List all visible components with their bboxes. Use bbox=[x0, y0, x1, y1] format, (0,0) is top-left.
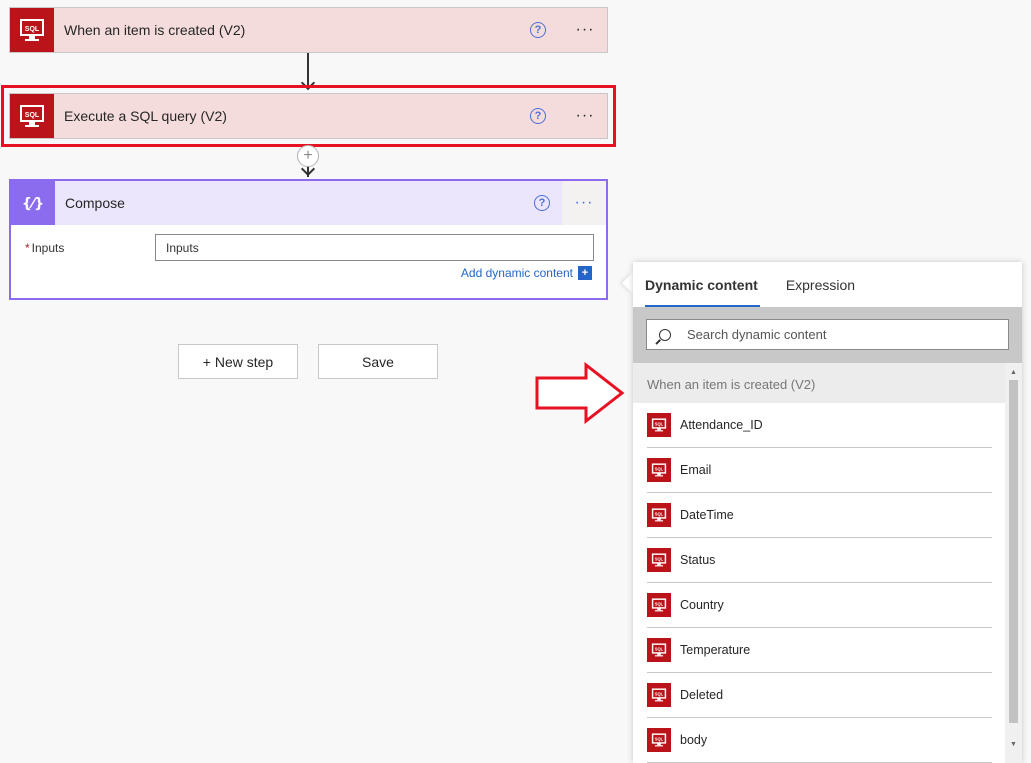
dynamic-content-list: When an item is created (V2) SQL Attendan… bbox=[633, 363, 1022, 763]
sql-server-icon: SQL bbox=[647, 683, 671, 707]
inputs-field[interactable]: Inputs bbox=[155, 234, 594, 261]
svg-text:SQL: SQL bbox=[655, 557, 664, 562]
search-input[interactable]: Search dynamic content bbox=[646, 319, 1009, 350]
search-icon bbox=[659, 328, 671, 341]
red-arrow-annotation bbox=[535, 362, 625, 424]
scroll-up-icon[interactable]: ▲ bbox=[1005, 365, 1022, 379]
help-icon[interactable]: ? bbox=[534, 195, 550, 211]
sql-server-icon: SQL bbox=[647, 548, 671, 572]
scrollbar[interactable]: ▲ ▼ bbox=[1005, 363, 1022, 763]
tab-dynamic-content[interactable]: Dynamic content bbox=[645, 277, 760, 307]
compose-title: Compose bbox=[65, 195, 125, 211]
more-icon[interactable]: ··· bbox=[573, 21, 597, 39]
plus-icon: + bbox=[578, 266, 592, 280]
help-icon[interactable]: ? bbox=[530, 22, 546, 38]
list-item-label: DateTime bbox=[680, 508, 734, 522]
sql-server-icon: SQL bbox=[10, 8, 54, 52]
inputs-label: * Inputs bbox=[25, 241, 65, 255]
list-item-label: Deleted bbox=[680, 688, 724, 702]
more-icon[interactable]: ··· bbox=[562, 181, 606, 225]
add-dynamic-content-link[interactable]: Add dynamic content + bbox=[461, 266, 592, 280]
compose-braces-icon: {⁄} bbox=[11, 181, 55, 225]
svg-text:{⁄}: {⁄} bbox=[22, 196, 44, 212]
list-item[interactable]: SQL DateTime bbox=[647, 493, 992, 538]
list-item-label: body bbox=[680, 733, 708, 747]
group-header[interactable]: When an item is created (V2) bbox=[633, 363, 1005, 403]
svg-text:SQL: SQL bbox=[655, 647, 664, 652]
trigger-title: When an item is created (V2) bbox=[64, 22, 246, 38]
list-item[interactable]: SQL body bbox=[647, 718, 992, 763]
sql-server-icon: SQL bbox=[647, 458, 671, 482]
list-item[interactable]: SQL Deleted bbox=[647, 673, 992, 718]
svg-text:SQL: SQL bbox=[655, 422, 664, 427]
panel-tabs: Dynamic content Expression bbox=[633, 262, 1022, 307]
list-item-label: Country bbox=[680, 598, 724, 612]
sql-server-icon: SQL bbox=[647, 728, 671, 752]
svg-text:SQL: SQL bbox=[655, 467, 664, 472]
highlight-annotation bbox=[1, 85, 616, 147]
list-item-label: Temperature bbox=[680, 643, 751, 657]
compose-card[interactable]: {⁄} Compose ? ··· * Inputs Inputs Add dyn… bbox=[9, 179, 608, 300]
new-step-button[interactable]: + New step bbox=[178, 344, 298, 379]
list-item[interactable]: SQL Country bbox=[647, 583, 992, 628]
list-item-label: Status bbox=[680, 553, 716, 567]
list-item[interactable]: SQL Status bbox=[647, 538, 992, 583]
list-item[interactable]: SQL Attendance_ID bbox=[647, 403, 992, 448]
sql-server-icon: SQL bbox=[647, 593, 671, 617]
scroll-down-icon[interactable]: ▼ bbox=[1005, 737, 1022, 751]
svg-text:SQL: SQL bbox=[655, 692, 664, 697]
list-item[interactable]: SQL Temperature bbox=[647, 628, 992, 673]
sql-server-icon: SQL bbox=[647, 638, 671, 662]
trigger-card[interactable]: SQL When an item is created (V2) ? ··· bbox=[9, 7, 608, 53]
save-button[interactable]: Save bbox=[318, 344, 438, 379]
svg-text:SQL: SQL bbox=[25, 26, 40, 33]
svg-text:SQL: SQL bbox=[655, 512, 664, 517]
list-item-label: Email bbox=[680, 463, 712, 477]
svg-text:SQL: SQL bbox=[655, 737, 664, 742]
list-item[interactable]: SQL Email bbox=[647, 448, 992, 493]
svg-text:SQL: SQL bbox=[655, 602, 664, 607]
sql-server-icon: SQL bbox=[647, 503, 671, 527]
list-item-label: Attendance_ID bbox=[680, 418, 763, 432]
search-area: Search dynamic content bbox=[633, 307, 1022, 363]
tab-expression[interactable]: Expression bbox=[786, 277, 857, 307]
scroll-thumb[interactable] bbox=[1009, 380, 1018, 723]
dynamic-content-panel: Dynamic content Expression Search dynami… bbox=[633, 262, 1022, 763]
sql-server-icon: SQL bbox=[647, 413, 671, 437]
